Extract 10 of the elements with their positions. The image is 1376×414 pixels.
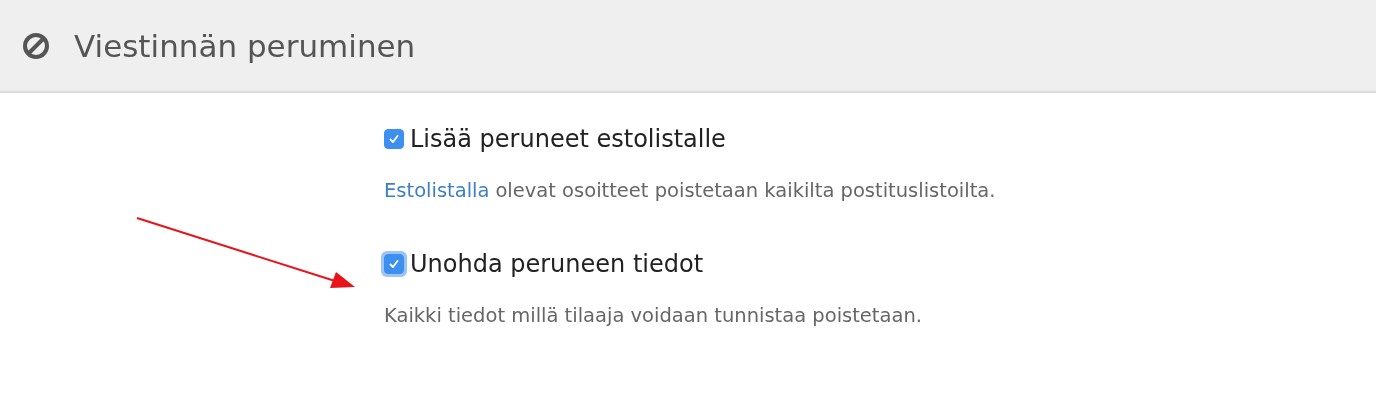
blocklist-link[interactable]: Estolistalla xyxy=(384,179,490,202)
checkbox[interactable] xyxy=(384,129,404,149)
option-label: Lisää peruneet estolistalle xyxy=(410,125,726,153)
option-description: Kaikki tiedot millä tilaaja voidaan tunnistaa poistetaan. xyxy=(384,304,922,327)
section-title: Viestinnän peruminen xyxy=(74,27,416,64)
option-description: olevat osoitteet poistetaan kaikilta postituslistoilta. xyxy=(495,179,996,202)
option-label: Unohda peruneen tiedot xyxy=(410,250,704,278)
prohibited-icon xyxy=(22,31,50,60)
check-icon xyxy=(388,133,400,145)
check-icon xyxy=(388,258,400,270)
